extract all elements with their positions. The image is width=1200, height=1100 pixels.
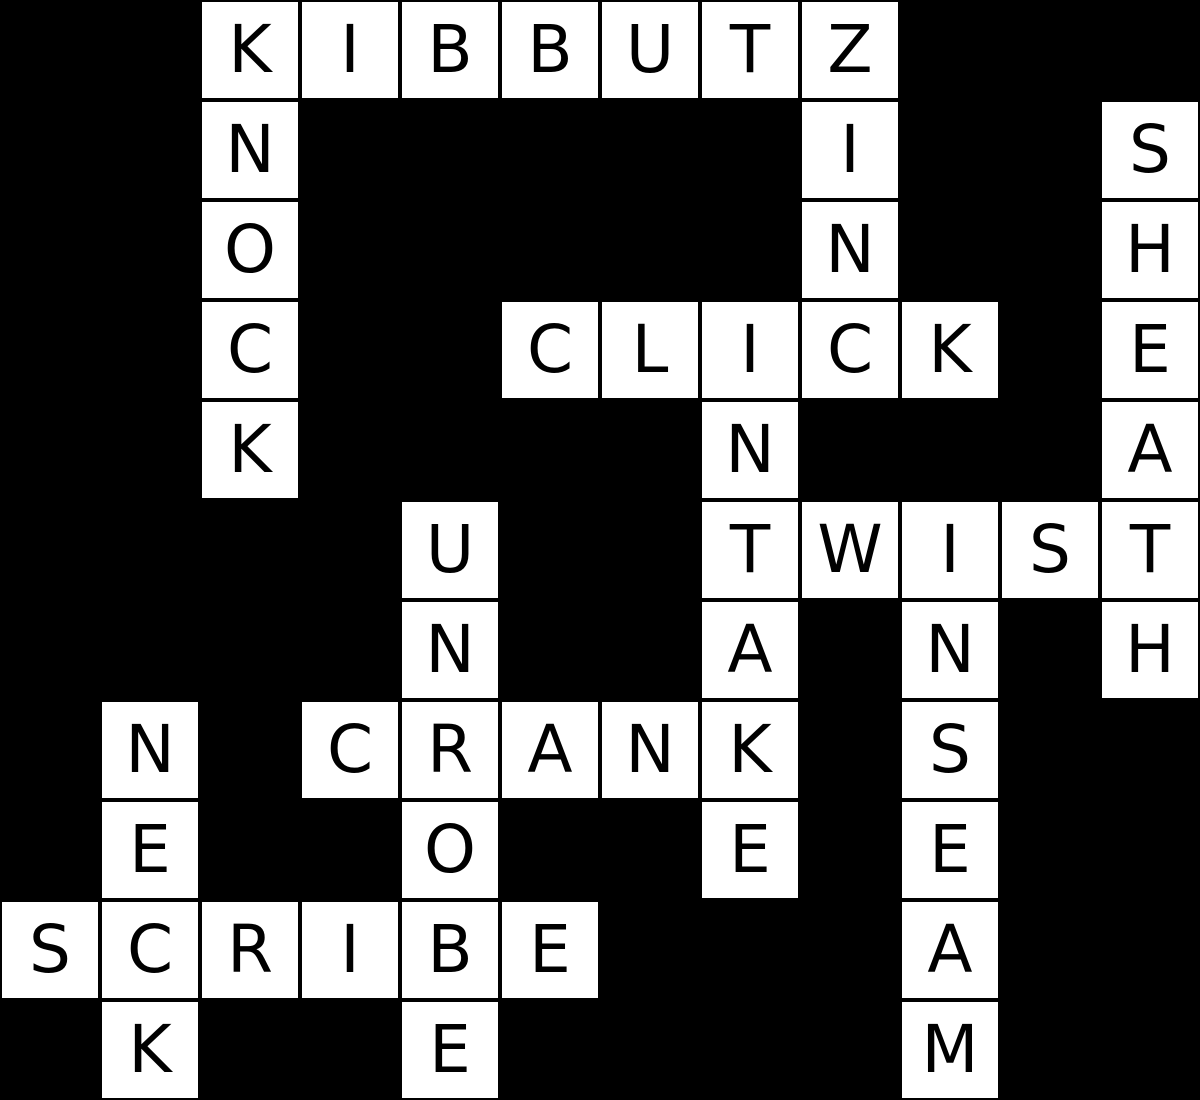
crossword-cell[interactable]: M <box>902 1002 998 1098</box>
crossword-cell[interactable]: E <box>702 802 798 898</box>
crossword-cell[interactable]: N <box>202 102 298 198</box>
crossword-cell[interactable]: H <box>1102 202 1198 298</box>
crossword-cell[interactable]: N <box>602 702 698 798</box>
crossword-cell[interactable]: N <box>902 602 998 698</box>
crossword-cell[interactable]: A <box>702 602 798 698</box>
crossword-cell[interactable]: E <box>902 802 998 898</box>
crossword-cell[interactable]: O <box>202 202 298 298</box>
crossword-cell[interactable]: E <box>502 902 598 998</box>
crossword-cell[interactable]: B <box>502 2 598 98</box>
crossword-cell[interactable]: N <box>402 602 498 698</box>
crossword-cell[interactable]: K <box>702 702 798 798</box>
crossword-cell[interactable]: T <box>1102 502 1198 598</box>
crossword-cell[interactable]: K <box>902 302 998 398</box>
crossword-cell[interactable]: L <box>602 302 698 398</box>
crossword-cell[interactable]: I <box>802 102 898 198</box>
crossword-cell[interactable]: S <box>1102 102 1198 198</box>
crossword-cell[interactable]: K <box>202 402 298 498</box>
crossword-cell[interactable]: N <box>102 702 198 798</box>
crossword-cell[interactable]: N <box>802 202 898 298</box>
crossword-cell[interactable]: S <box>2 902 98 998</box>
crossword-cell[interactable]: C <box>302 702 398 798</box>
crossword-cell[interactable]: C <box>102 902 198 998</box>
crossword-cell[interactable]: E <box>1102 302 1198 398</box>
crossword-cell[interactable]: T <box>702 2 798 98</box>
crossword-cell[interactable]: H <box>1102 602 1198 698</box>
crossword-cell[interactable]: U <box>402 502 498 598</box>
crossword-cell[interactable]: I <box>302 902 398 998</box>
crossword-cell[interactable]: E <box>402 1002 498 1098</box>
crossword-cell[interactable]: A <box>902 902 998 998</box>
crossword-cell[interactable]: N <box>702 402 798 498</box>
crossword-cell[interactable]: C <box>802 302 898 398</box>
crossword-cell[interactable]: I <box>302 2 398 98</box>
crossword-cell[interactable]: I <box>902 502 998 598</box>
crossword-cell[interactable]: K <box>202 2 298 98</box>
crossword-cell[interactable]: U <box>602 2 698 98</box>
crossword-grid: KIBBUTZNISONHCCLICKEKNAUTWISTNANHNCRANKS… <box>0 0 1200 1100</box>
crossword-cell[interactable]: W <box>802 502 898 598</box>
crossword-cell[interactable]: S <box>1002 502 1098 598</box>
crossword-cell[interactable]: Z <box>802 2 898 98</box>
crossword-cell[interactable]: B <box>402 902 498 998</box>
crossword-cell[interactable]: B <box>402 2 498 98</box>
crossword-cell[interactable]: R <box>202 902 298 998</box>
crossword-cell[interactable]: S <box>902 702 998 798</box>
crossword-cell[interactable]: I <box>702 302 798 398</box>
crossword-cell[interactable]: A <box>1102 402 1198 498</box>
crossword-cell[interactable]: R <box>402 702 498 798</box>
crossword-cell[interactable]: E <box>102 802 198 898</box>
crossword-cell[interactable]: C <box>202 302 298 398</box>
crossword-cell[interactable]: C <box>502 302 598 398</box>
crossword-cell[interactable]: K <box>102 1002 198 1098</box>
crossword-cell[interactable]: O <box>402 802 498 898</box>
crossword-cell[interactable]: T <box>702 502 798 598</box>
crossword-cell[interactable]: A <box>502 702 598 798</box>
